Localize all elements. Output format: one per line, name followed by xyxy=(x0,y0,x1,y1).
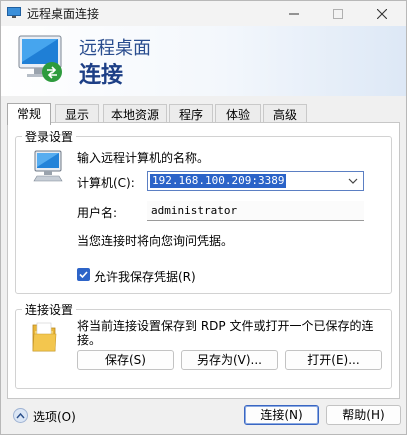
minimize-button[interactable] xyxy=(272,1,316,26)
tab-programs[interactable]: 程序 xyxy=(169,104,213,124)
close-icon xyxy=(377,8,387,19)
save-button[interactable]: 保存(S) xyxy=(77,350,174,370)
tab-general[interactable]: 常规 xyxy=(7,103,51,125)
login-prompt: 输入远程计算机的名称。 xyxy=(77,151,210,165)
rdp-monitor-icon xyxy=(18,35,62,82)
computer-label: 计算机(C): xyxy=(77,176,135,190)
close-button[interactable] xyxy=(360,1,404,26)
header-banner: 远程桌面 连接 xyxy=(1,26,406,96)
save-credentials-checkbox[interactable] xyxy=(77,268,90,281)
help-button[interactable]: 帮助(H) xyxy=(326,405,401,425)
computer-combobox[interactable]: 192.168.100.209:3389 xyxy=(147,171,364,191)
options-toggle[interactable] xyxy=(13,408,28,423)
title-bar[interactable]: 远程桌面连接 xyxy=(1,1,406,26)
connection-settings-label: 连接设置 xyxy=(22,301,77,318)
tab-local-resources[interactable]: 本地资源 xyxy=(103,104,167,124)
connection-description: 将当前连接设置保存到 RDP 文件或打开一个已保存的连接。 xyxy=(77,319,374,347)
window-title: 远程桌面连接 xyxy=(27,7,100,21)
dropdown-arrow-icon[interactable] xyxy=(347,174,359,188)
minimize-icon xyxy=(289,13,299,14)
open-button[interactable]: 打开(E)... xyxy=(285,350,382,370)
tab-display[interactable]: 显示 xyxy=(55,104,99,124)
username-label: 用户名: xyxy=(77,206,118,220)
banner-title-line2: 连接 xyxy=(79,62,124,88)
options-label[interactable]: 选项(O) xyxy=(33,408,76,425)
app-icon xyxy=(7,7,21,18)
checkmark-icon xyxy=(79,271,88,279)
connect-button[interactable]: 连接(N) xyxy=(244,405,319,425)
username-value: administrator xyxy=(151,204,238,217)
tab-advanced[interactable]: 高级 xyxy=(263,104,307,124)
maximize-button[interactable] xyxy=(316,1,360,26)
credentials-note: 当您连接时将向您询问凭据。 xyxy=(77,234,234,248)
login-settings-label: 登录设置 xyxy=(22,128,77,145)
rdp-window: 远程桌面连接 远程桌面 连接 常规 显示 本地资源 程序 体验 高级 登录设置 … xyxy=(0,0,407,435)
save-credentials-label[interactable]: 允许我保存凭据(R) xyxy=(94,268,196,285)
tab-experience[interactable]: 体验 xyxy=(215,104,261,124)
computer-icon xyxy=(33,150,63,182)
username-field[interactable]: administrator xyxy=(147,201,364,221)
save-as-button[interactable]: 另存为(V)... xyxy=(181,350,278,370)
collapse-up-icon xyxy=(16,412,25,419)
maximize-icon xyxy=(333,8,343,19)
computer-value: 192.168.100.209:3389 xyxy=(150,174,287,188)
folder-icon xyxy=(32,322,57,352)
